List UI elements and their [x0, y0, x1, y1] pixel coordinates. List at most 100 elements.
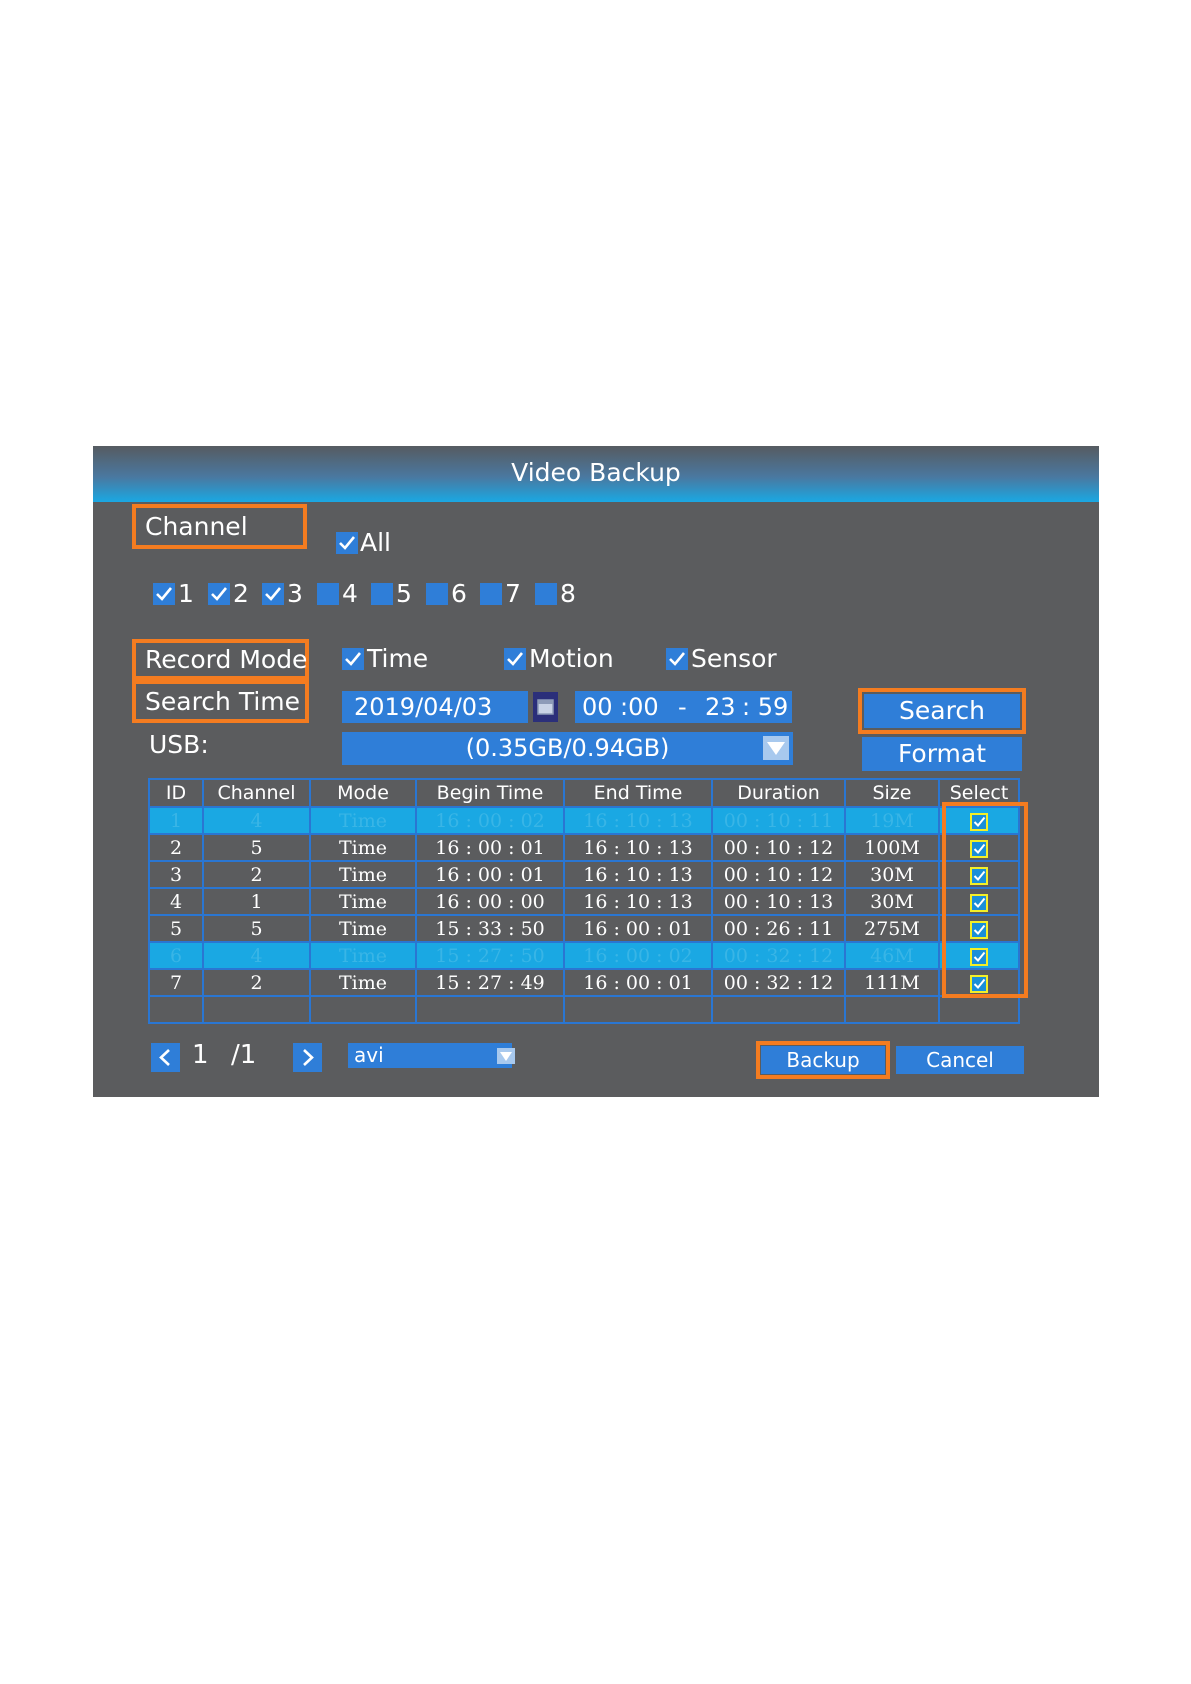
record-mode-option-label: Time	[367, 644, 429, 673]
column-header[interactable]: End Time	[563, 778, 713, 808]
record-mode-time-checkbox[interactable]	[342, 648, 364, 670]
checkmark-icon	[669, 652, 686, 666]
cell-select	[938, 806, 1020, 835]
video-backup-dialog: Video Backup Channel All 12345678 Record…	[93, 446, 1099, 1097]
table-row[interactable]: 4 1 Time 16 : 00 : 00 16 : 10 : 13 00 : 10 : …	[148, 887, 1020, 916]
start-minute[interactable]: :00	[620, 691, 659, 723]
file-format-select[interactable]: avi	[348, 1043, 512, 1068]
usb-label: USB:	[149, 730, 209, 759]
table-body: 1 4 Time 16 : 00 : 02 16 : 10 : 13 00 : 10 : …	[148, 806, 1020, 1024]
channel-checkbox-label: 5	[396, 579, 412, 608]
table-row[interactable]: 1 4 Time 16 : 00 : 02 16 : 10 : 13 00 : 10 : …	[148, 806, 1020, 835]
record-mode-motion-checkbox[interactable]	[504, 648, 526, 670]
channel-checkbox-5[interactable]	[371, 583, 393, 605]
cell-size: 46M	[844, 941, 940, 970]
column-header[interactable]: Begin Time	[415, 778, 565, 808]
cell-channel: 2	[202, 968, 311, 997]
chevron-left-icon	[159, 1049, 170, 1066]
table-row[interactable]: 6 4 Time 15 : 27 : 50 16 : 00 : 02 00 : 32 : …	[148, 941, 1020, 970]
row-select-checkbox[interactable]	[970, 947, 988, 966]
time-range-field[interactable]: 00 :00 - 23 : 59	[575, 691, 792, 723]
channel-checkbox-label: 4	[342, 579, 358, 608]
record-mode-sensor-checkbox[interactable]	[666, 648, 688, 670]
row-select-checkbox[interactable]	[970, 920, 988, 939]
checkmark-icon	[973, 897, 986, 908]
record-mode-option-label: Motion	[529, 644, 614, 673]
row-select-checkbox[interactable]	[970, 812, 988, 831]
empty-cell	[309, 995, 417, 1024]
row-select-checkbox[interactable]	[970, 866, 988, 885]
channel-checkbox-7[interactable]	[480, 583, 502, 605]
checkmark-icon	[156, 587, 173, 601]
cell-end: 16 : 10 : 13	[563, 887, 713, 916]
column-header[interactable]: Duration	[711, 778, 846, 808]
row-select-checkbox[interactable]	[970, 974, 988, 993]
cell-size: 19M	[844, 806, 940, 835]
channel-checkbox-1[interactable]	[153, 583, 175, 605]
cancel-button[interactable]: Cancel	[896, 1046, 1024, 1074]
column-header[interactable]: Select	[938, 778, 1020, 808]
cell-duration: 00 : 32 : 12	[711, 968, 846, 997]
search-button[interactable]: Search	[864, 694, 1020, 728]
record-mode-label-box: Record Mode	[132, 639, 309, 680]
channel-checkbox-6[interactable]	[426, 583, 448, 605]
date-field[interactable]: 2019/04/03	[342, 691, 528, 723]
cell-channel: 4	[202, 806, 311, 835]
column-header[interactable]: ID	[148, 778, 204, 808]
cell-duration: 00 : 10 : 12	[711, 833, 846, 862]
cell-id: 1	[148, 806, 204, 835]
total-pages: /1	[231, 1040, 257, 1070]
column-header[interactable]: Size	[844, 778, 940, 808]
cell-end: 16 : 10 : 13	[563, 833, 713, 862]
checkmark-icon	[973, 816, 986, 827]
channel-all-checkbox[interactable]	[336, 532, 358, 554]
table-row-empty	[148, 995, 1020, 1024]
calendar-button[interactable]	[533, 692, 558, 722]
cell-select	[938, 968, 1020, 997]
cell-channel: 5	[202, 833, 311, 862]
column-header[interactable]: Mode	[309, 778, 417, 808]
usb-select[interactable]: (0.35GB/0.94GB)	[342, 732, 793, 765]
channel-checkbox-3[interactable]	[262, 583, 284, 605]
cell-mode: Time	[309, 860, 417, 889]
checkmark-icon	[973, 951, 986, 962]
channel-checkbox-8[interactable]	[535, 583, 557, 605]
cell-select	[938, 941, 1020, 970]
table-row[interactable]: 2 5 Time 16 : 00 : 01 16 : 10 : 13 00 : 10 : …	[148, 833, 1020, 862]
recording-table-grid: ID Channel Mode Begin Time End Time Duration S…	[148, 778, 1020, 1024]
prev-page-button[interactable]	[151, 1043, 180, 1072]
cell-end: 16 : 10 : 13	[563, 806, 713, 835]
cell-begin: 16 : 00 : 00	[415, 887, 565, 916]
table-row[interactable]: 3 2 Time 16 : 00 : 01 16 : 10 : 13 00 : 10 : …	[148, 860, 1020, 889]
table-row[interactable]: 5 5 Time 15 : 33 : 50 16 : 00 : 01 00 : 26 : …	[148, 914, 1020, 943]
next-page-button[interactable]	[293, 1043, 322, 1072]
cell-end: 16 : 00 : 02	[563, 941, 713, 970]
cell-duration: 00 : 10 : 13	[711, 887, 846, 916]
cell-id: 3	[148, 860, 204, 889]
start-hour[interactable]: 00	[582, 691, 613, 723]
channel-checkbox-2[interactable]	[208, 583, 230, 605]
end-hour[interactable]: 23	[705, 691, 736, 723]
current-page: 1	[192, 1040, 209, 1070]
channel-checkbox-label: 1	[178, 579, 194, 608]
backup-button[interactable]: Backup	[761, 1046, 885, 1074]
table-row[interactable]: 7 2 Time 15 : 27 : 49 16 : 00 : 01 00 : 32 : …	[148, 968, 1020, 997]
channel-checkbox-4[interactable]	[317, 583, 339, 605]
usb-value: (0.35GB/0.94GB)	[465, 734, 670, 762]
file-format-dropdown-button[interactable]	[497, 1048, 515, 1064]
row-select-checkbox[interactable]	[970, 839, 988, 858]
row-select-checkbox[interactable]	[970, 893, 988, 912]
cell-end: 16 : 00 : 01	[563, 914, 713, 943]
empty-cell	[938, 995, 1020, 1024]
cell-size: 111M	[844, 968, 940, 997]
end-minute[interactable]: : 59	[742, 691, 788, 723]
chevron-down-icon	[500, 1052, 512, 1061]
column-header[interactable]: Channel	[202, 778, 311, 808]
format-button[interactable]: Format	[862, 737, 1022, 771]
cell-size: 275M	[844, 914, 940, 943]
cell-channel: 4	[202, 941, 311, 970]
checkmark-icon	[507, 652, 524, 666]
usb-dropdown-button[interactable]	[763, 736, 789, 760]
cell-size: 100M	[844, 833, 940, 862]
cell-mode: Time	[309, 941, 417, 970]
